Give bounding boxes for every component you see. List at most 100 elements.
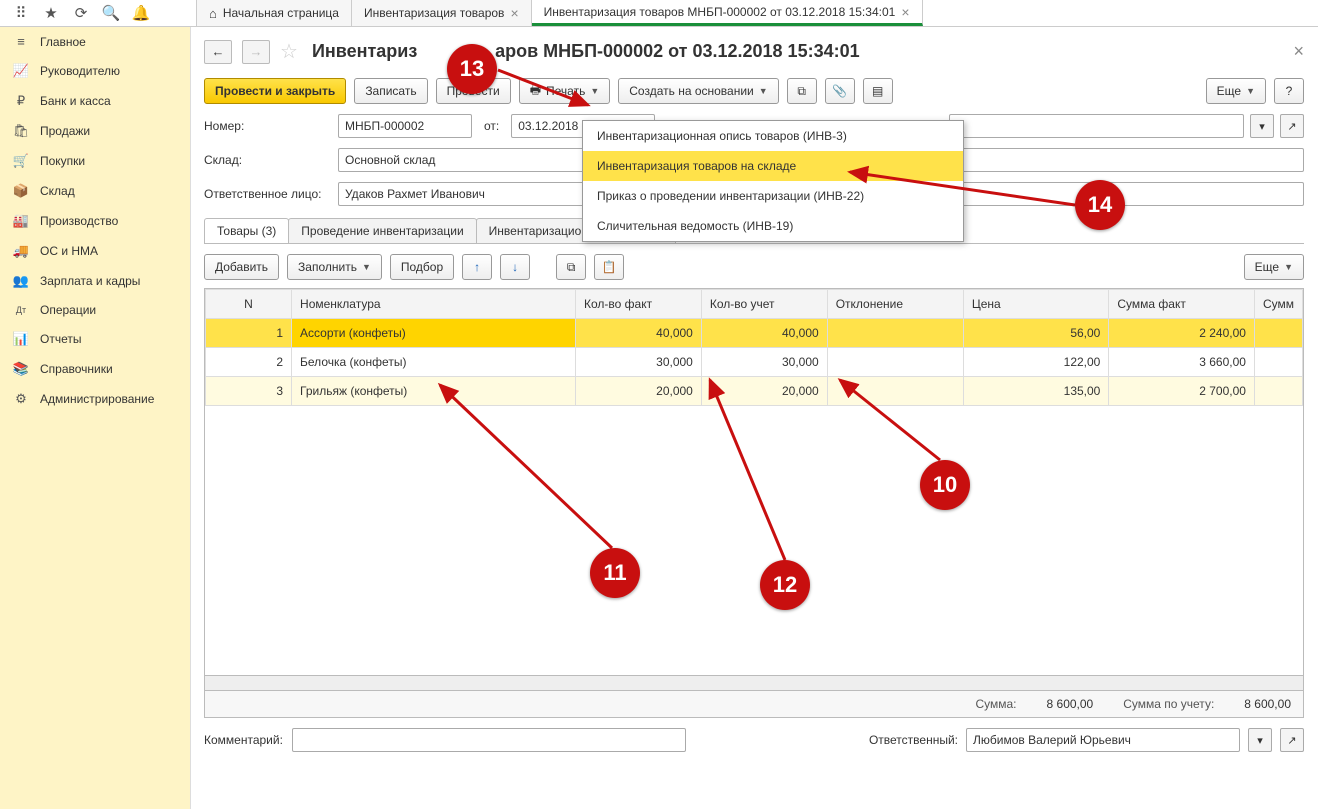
resp-select-button[interactable]: ▾ <box>1248 728 1272 752</box>
fill-button[interactable]: Заполнить▼ <box>287 254 382 280</box>
help-button[interactable]: ? <box>1274 78 1304 104</box>
nav-manager[interactable]: 📈Руководителю <box>0 56 190 86</box>
move-up-button[interactable]: ↑ <box>462 254 492 280</box>
comment-input[interactable] <box>292 728 686 752</box>
nav-catalogs[interactable]: 📚Справочники <box>0 354 190 384</box>
create-based-button[interactable]: Создать на основании▼ <box>618 78 778 104</box>
close-icon[interactable]: × <box>510 5 518 21</box>
nav-sales[interactable]: 🛍Продажи <box>0 116 190 146</box>
nav-production[interactable]: 🏭Производство <box>0 206 190 236</box>
horizontal-scrollbar[interactable] <box>204 676 1304 691</box>
cell-sum-cut <box>1254 348 1302 377</box>
nav-purchase[interactable]: 🛒Покупки <box>0 146 190 176</box>
table-row[interactable]: 1Ассорти (конфеты)40,00040,00056,002 240… <box>206 319 1303 348</box>
move-down-button[interactable]: ↓ <box>500 254 530 280</box>
org-select-button[interactable]: ▾ <box>1250 114 1274 138</box>
number-input[interactable]: МНБП-000002 <box>338 114 472 138</box>
back-button[interactable]: ← <box>204 40 232 64</box>
nav-admin[interactable]: ⚙Администрирование <box>0 384 190 414</box>
col-qty-acct[interactable]: Кол-во учет <box>701 290 827 319</box>
resp-open-button[interactable]: ↗ <box>1280 728 1304 752</box>
search-icon[interactable]: 🔍 <box>96 4 126 22</box>
sum-label: Сумма: <box>975 697 1016 711</box>
nav-label: Склад <box>40 184 75 198</box>
structure-button[interactable]: ⧉ <box>787 78 817 104</box>
cell-qty-acct: 30,000 <box>701 348 827 377</box>
table-more-button[interactable]: Еще▼ <box>1244 254 1304 280</box>
nav-assets[interactable]: 🚚 ОС и НМА <box>0 236 190 266</box>
nav-payroll[interactable]: 👥Зарплата и кадры <box>0 266 190 296</box>
star-icon[interactable]: ☆ <box>280 39 298 64</box>
chevron-down-icon: ▼ <box>362 262 371 272</box>
post-and-close-button[interactable]: Провести и закрыть <box>204 78 346 104</box>
close-icon[interactable]: × <box>901 4 909 20</box>
print-button[interactable]: 🖶Печать▼ <box>519 78 611 104</box>
tab-home[interactable]: ⌂ Начальная страница <box>197 0 352 26</box>
cell-n: 1 <box>206 319 292 348</box>
copy-button[interactable]: ⧉ <box>556 254 586 280</box>
nav-reports[interactable]: 📊Отчеты <box>0 324 190 354</box>
report-button[interactable]: ▤ <box>863 78 893 104</box>
annotation-14: 14 <box>1075 180 1125 230</box>
home-icon: ⌂ <box>209 6 217 21</box>
add-row-button[interactable]: Добавить <box>204 254 279 280</box>
col-sum-cut[interactable]: Сумм <box>1254 290 1302 319</box>
close-page-button[interactable]: × <box>1293 41 1304 62</box>
truck-icon: 🚚 <box>12 243 30 259</box>
cell-sum-cut <box>1254 319 1302 348</box>
responsible-label: Ответственное лицо: <box>204 187 332 201</box>
col-price[interactable]: Цена <box>963 290 1109 319</box>
col-deviation[interactable]: Отклонение <box>827 290 963 319</box>
org-input[interactable] <box>949 114 1244 138</box>
write-button[interactable]: Записать <box>354 78 427 104</box>
table-row[interactable]: 3Грильяж (конфеты)20,00020,000135,002 70… <box>206 377 1303 406</box>
cell-sum-fact: 2 240,00 <box>1109 319 1255 348</box>
col-qty-fact[interactable]: Кол-во факт <box>576 290 702 319</box>
table-header: N Номенклатура Кол-во факт Кол-во учет О… <box>206 290 1303 319</box>
cart-icon: 🛒 <box>12 153 30 169</box>
print-item-inv19[interactable]: Сличительная ведомость (ИНВ-19) <box>583 211 963 241</box>
nav-main[interactable]: ≡Главное <box>0 27 190 56</box>
footer-resp-input[interactable]: Любимов Валерий Юрьевич <box>966 728 1240 752</box>
pick-button[interactable]: Подбор <box>390 254 454 280</box>
more-button[interactable]: Еще▼ <box>1206 78 1266 104</box>
cell-qty-fact: 40,000 <box>576 319 702 348</box>
goods-table[interactable]: N Номенклатура Кол-во факт Кол-во учет О… <box>204 288 1304 676</box>
tab-label: Инвентаризация товаров <box>364 6 504 20</box>
nav-warehouse[interactable]: 📦 Склад <box>0 176 190 206</box>
history-icon[interactable]: ⟳ <box>66 4 96 22</box>
chevron-down-icon: ▼ <box>1246 86 1255 96</box>
tab-inventory-doc[interactable]: Инвентаризация товаров МНБП-000002 от 03… <box>532 0 923 26</box>
nav-label: Отчеты <box>40 332 81 346</box>
apps-icon[interactable]: ⠿ <box>6 4 36 22</box>
col-nomenclature[interactable]: Номенклатура <box>292 290 576 319</box>
subtab-carrying[interactable]: Проведение инвентаризации <box>288 218 476 243</box>
cell-price: 56,00 <box>963 319 1109 348</box>
cell-nomenclature: Грильяж (конфеты) <box>292 377 576 406</box>
print-item-warehouse-inventory[interactable]: Инвентаризация товаров на складе <box>583 151 963 181</box>
cell-deviation <box>827 377 963 406</box>
tab-inventory-list[interactable]: Инвентаризация товаров × <box>352 0 532 26</box>
nav-operations[interactable]: Дт Операции <box>0 296 190 324</box>
print-item-inv3[interactable]: Инвентаризационная опись товаров (ИНВ-3) <box>583 121 963 151</box>
box-icon: 📦 <box>12 183 30 199</box>
tab-label: Начальная страница <box>223 6 339 20</box>
print-item-inv22[interactable]: Приказ о проведении инвентаризации (ИНВ-… <box>583 181 963 211</box>
attach-button[interactable]: 📎 <box>825 78 855 104</box>
forward-button[interactable]: → <box>242 40 270 64</box>
cell-qty-acct: 20,000 <box>701 377 827 406</box>
org-open-button[interactable]: ↗ <box>1280 114 1304 138</box>
table-row[interactable]: 2Белочка (конфеты)30,00030,000122,003 66… <box>206 348 1303 377</box>
nav-label: ОС и НМА <box>40 244 98 258</box>
dtkt-icon: Дт <box>12 305 30 315</box>
favorite-icon[interactable]: ★ <box>36 4 66 22</box>
sidebar: ≡Главное 📈Руководителю ₽Банк и касса 🛍Пр… <box>0 27 191 809</box>
nav-bank[interactable]: ₽Банк и касса <box>0 86 190 116</box>
col-sum-fact[interactable]: Сумма факт <box>1109 290 1255 319</box>
bell-icon[interactable]: 🔔 <box>126 4 156 22</box>
paste-button[interactable]: 📋 <box>594 254 624 280</box>
col-n[interactable]: N <box>206 290 292 319</box>
page-header: ← → ☆ Инвентаризация товаров МНБП-000002… <box>204 39 1304 64</box>
subtab-goods[interactable]: Товары (3) <box>204 218 289 243</box>
nav-label: Операции <box>40 303 96 317</box>
